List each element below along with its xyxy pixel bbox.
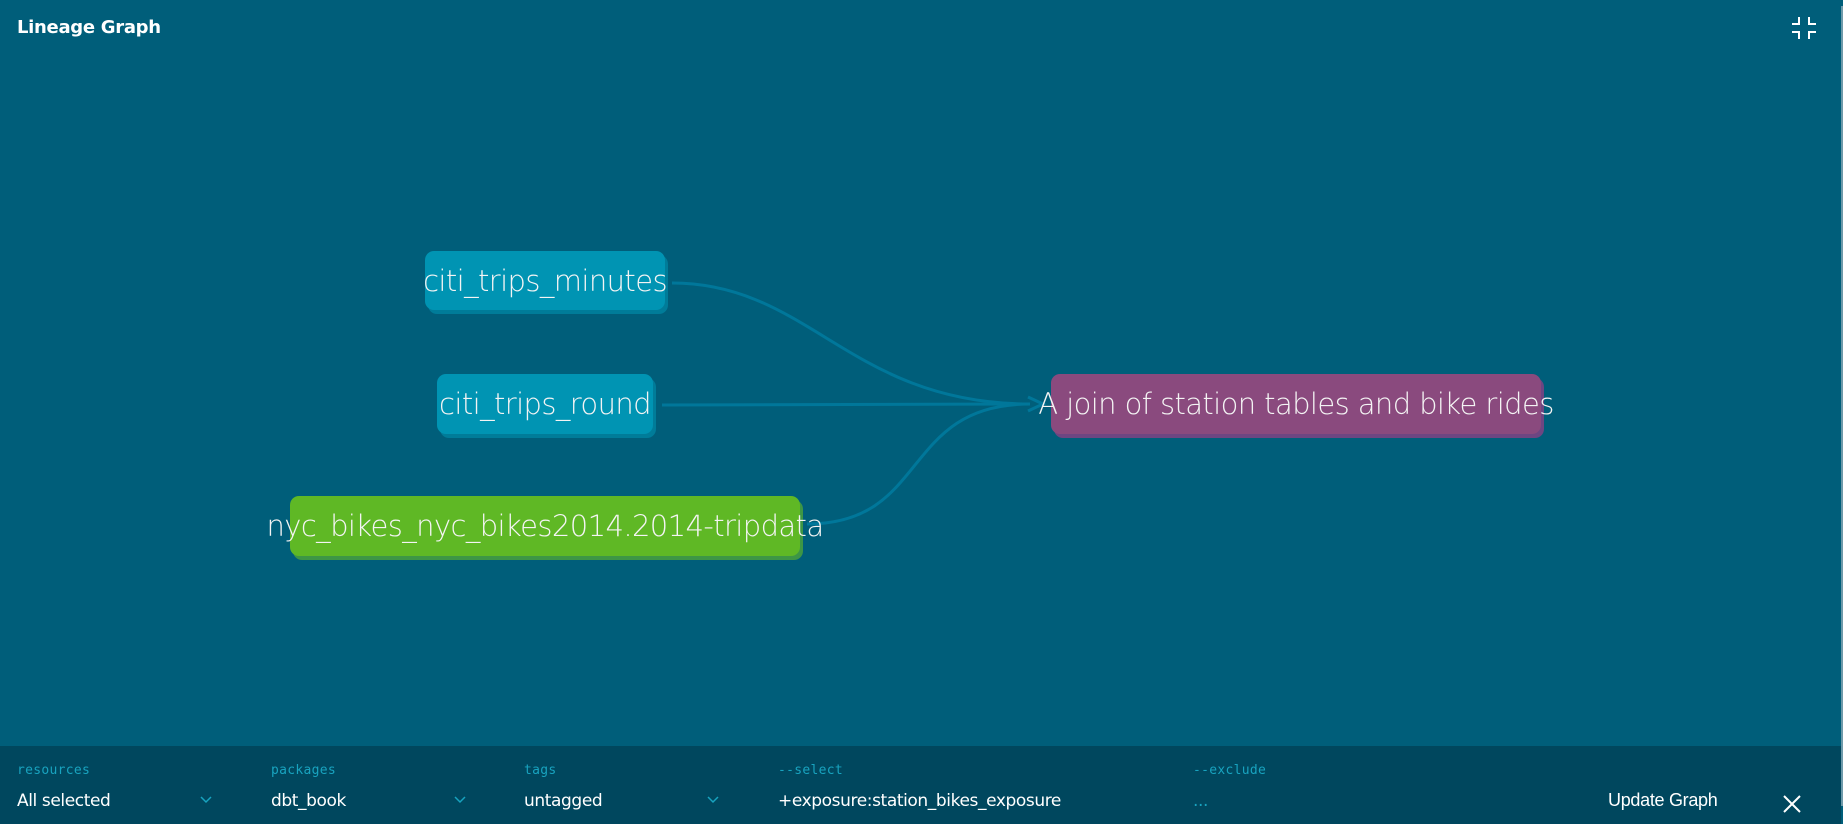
filter-bar: resources All selected packages dbt_book… (0, 746, 1841, 824)
graph-node-nyc-bikes-source[interactable]: nyc_bikes_nyc_bikes2014.2014-tripdata (267, 496, 824, 556)
edge-nyc-bikes-to-exposure (806, 402, 1031, 526)
edge-citi-trips-minutes-to-exposure (671, 281, 1031, 406)
node-label: nyc_bikes_nyc_bikes2014.2014-tripdata (266, 509, 825, 543)
edge-citi-trips-round-to-exposure (661, 402, 1031, 407)
tags-select[interactable]: untagged (524, 791, 603, 811)
tags-filter[interactable]: tags untagged (524, 746, 724, 824)
graph-node-citi-trips-round[interactable]: citi_trips_round (437, 374, 653, 434)
graph-edges (661, 281, 1047, 526)
resources-select[interactable]: All selected (17, 791, 111, 811)
packages-select[interactable]: dbt_book (271, 791, 346, 811)
graph-node-citi-trips-minutes[interactable]: citi_trips_minutes (423, 251, 668, 310)
resources-filter[interactable]: resources All selected (17, 746, 217, 824)
update-graph-button[interactable]: Update Graph (1608, 790, 1718, 811)
packages-label: packages (271, 763, 337, 778)
resources-label: resources (17, 763, 91, 778)
select-label: --select (778, 763, 844, 778)
exclude-label: --exclude (1193, 763, 1267, 778)
graph-node-station-bikes-exposure[interactable]: A join of station tables and bike rides (1038, 374, 1554, 434)
select-filter[interactable]: --select +exposure:station_bikes_exposur… (778, 746, 1158, 824)
tags-label: tags (524, 763, 557, 778)
exclude-filter[interactable]: --exclude ... (1193, 746, 1573, 824)
node-label: A join of station tables and bike rides (1038, 387, 1554, 421)
chevron-down-icon[interactable] (200, 794, 212, 806)
exclude-input[interactable]: ... (1193, 791, 1208, 811)
node-label: citi_trips_round (439, 387, 652, 421)
close-icon[interactable] (1782, 794, 1802, 814)
select-input[interactable]: +exposure:station_bikes_exposure (778, 791, 1061, 811)
node-label: citi_trips_minutes (423, 263, 667, 298)
graph-canvas[interactable]: citi_trips_minutes citi_trips_round nyc_… (0, 0, 1843, 746)
packages-filter[interactable]: packages dbt_book (271, 746, 471, 824)
chevron-down-icon[interactable] (454, 794, 466, 806)
chevron-down-icon[interactable] (707, 794, 719, 806)
